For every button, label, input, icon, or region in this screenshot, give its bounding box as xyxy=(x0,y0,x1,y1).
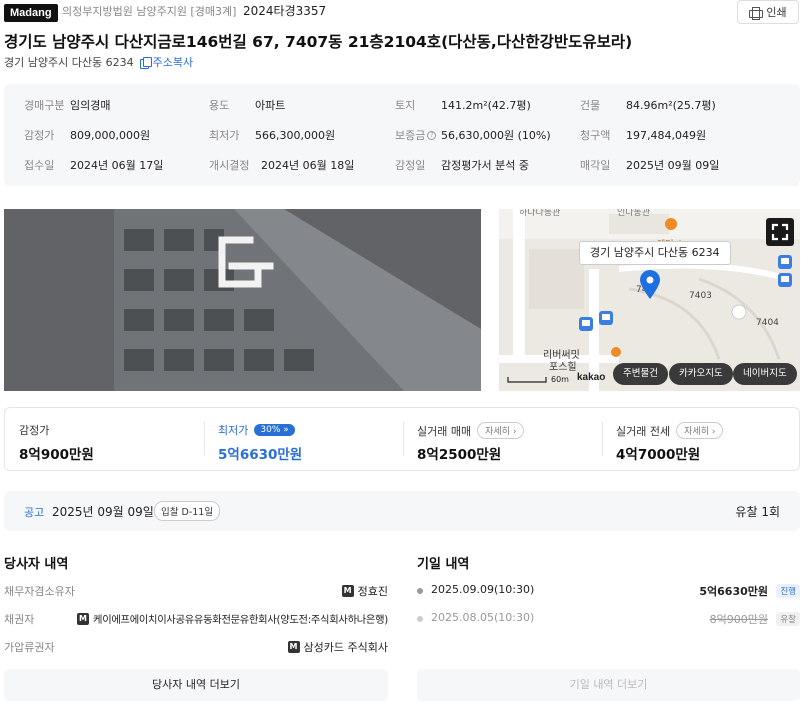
notice-bar: 공고 2025년 09월 09일 입찰 D-11일 유찰 1회 xyxy=(4,491,800,531)
poi-icon xyxy=(665,218,677,230)
map-address-popup: 경기 남양주시 다산동 6234 xyxy=(579,241,731,265)
brand-logo[interactable]: Madang xyxy=(4,4,58,22)
chevron-down-icon: » xyxy=(283,425,289,435)
m-badge-icon: M xyxy=(77,612,90,625)
map-expand-button[interactable] xyxy=(766,218,794,246)
kakao-map-button[interactable]: 카카오지도 xyxy=(669,363,733,385)
fail-count: 유찰 1회 xyxy=(735,505,780,519)
nearby-items-button[interactable]: 주변물건 xyxy=(613,363,668,385)
watermark-logo-icon xyxy=(218,236,274,288)
info-land: 토지 141.2m²(42.7평) xyxy=(395,99,531,112)
auction-info-panel: 경매구분 임의경매 용도 아파트 토지 141.2m²(42.7평) 건물 84.96m… xyxy=(4,84,800,186)
chevron-right-icon: › xyxy=(711,427,716,437)
property-address-title: 경기도 남양주시 다산지금로146번길 67, 7407동 21층2104호(다… xyxy=(4,33,633,51)
help-icon[interactable]: ? xyxy=(427,130,437,140)
bus-stop-icon xyxy=(778,255,792,269)
property-photo[interactable] xyxy=(4,209,481,391)
svg-text:인다동관: 인다동관 xyxy=(617,209,650,218)
status-badge: 진행 xyxy=(776,584,800,598)
printer-icon xyxy=(749,6,764,20)
map-label-forest: 포스힐 xyxy=(549,362,577,373)
scale-bar-icon xyxy=(507,377,547,383)
history-title: 기일 내역 xyxy=(417,557,470,572)
copy-address-label: 주소복사 xyxy=(152,56,194,69)
info-received: 접수일 2024년 06월 17일 xyxy=(24,159,164,172)
real-sale-detail-button[interactable]: 자세히 › xyxy=(477,422,525,439)
info-commence: 개시결정 2024년 06월 18일 xyxy=(209,159,355,172)
price-appraised: 감정가 8억900만원 xyxy=(19,424,94,463)
dday-badge: 입찰 D-11일 xyxy=(154,501,221,521)
map-label-7403: 7403 xyxy=(689,291,712,301)
expand-icon xyxy=(771,223,789,241)
info-auction-type: 경매구분 임의경매 xyxy=(24,99,111,112)
svg-text:하다다동관: 하다다동관 xyxy=(519,209,560,218)
info-deposit: 보증금? 56,630,000원 (10%) xyxy=(395,129,551,142)
price-minimum: 최저가 30% » 5억6630만원 xyxy=(218,424,303,463)
chevron-right-icon: › xyxy=(512,427,517,437)
case-number: 2024타경3357 xyxy=(243,4,327,18)
price-real-jeonse: 실거래 전세 자세히 › 4억7000만원 xyxy=(602,408,799,470)
bus-stop-icon xyxy=(599,311,613,325)
parties-more-button[interactable]: 당사자 내역 더보기 xyxy=(4,669,388,701)
m-badge-icon: M xyxy=(341,585,354,597)
price-summary: 감정가 8억900만원 최저가 30% » 5억6630만원 실거래 매매 자세… xyxy=(4,407,800,471)
status-dot xyxy=(417,616,423,622)
info-sale-date: 매각일 2025년 09월 09일 xyxy=(580,159,720,172)
m-badge-icon: M xyxy=(287,641,300,653)
jibun-address: 경기 남양주시 다산동 6234 xyxy=(4,56,134,69)
history-row: 2025.09.09(10:30) 5억6630만원 진행 xyxy=(417,583,800,599)
discount-badge[interactable]: 30% » xyxy=(254,424,295,436)
bus-stop-icon xyxy=(579,317,593,331)
history-row: 2025.08.05(10:30) 8억900만원 유찰 xyxy=(417,611,800,627)
copy-address-button[interactable]: 주소복사 xyxy=(139,54,194,70)
court-name: 의정부지방법원 남양주지원 [경매3계] xyxy=(62,5,237,18)
naver-map-button[interactable]: 네이버지도 xyxy=(733,363,797,385)
top-bar: Madang 의정부지방법원 남양주지원 [경매3계] 2024타경3357 인… xyxy=(0,0,801,26)
kakao-brand: kakao xyxy=(577,372,606,383)
parties-title: 당사자 내역 xyxy=(4,557,69,572)
print-label: 인쇄 xyxy=(766,6,787,19)
poi-icon xyxy=(611,347,621,357)
map-pin-icon xyxy=(640,270,660,299)
status-badge: 유찰 xyxy=(776,612,800,626)
copy-icon xyxy=(139,57,152,69)
location-map[interactable]: 하다다동관 인다동관 엔터 4 경기 남양주시 다산동 6234 74 7403… xyxy=(499,209,800,391)
print-button[interactable]: 인쇄 xyxy=(737,0,799,24)
notice-date: 2025년 09월 09일 xyxy=(52,505,154,519)
info-appraisal-date: 감정일 감정평가서 분석 중 xyxy=(395,159,529,172)
info-claim: 청구액 197,484,049원 xyxy=(580,129,707,142)
real-jeonse-detail-button[interactable]: 자세히 › xyxy=(676,422,724,439)
price-real-sale: 실거래 매매 자세히 › 8억2500만원 xyxy=(403,408,602,470)
bus-stop-icon xyxy=(778,273,792,287)
info-usage: 용도 아파트 xyxy=(209,99,286,112)
status-dot xyxy=(417,588,423,594)
history-more-button[interactable]: 기일 내역 더보기 xyxy=(417,669,800,701)
info-appraised: 감정가 809,000,000원 xyxy=(24,129,151,142)
info-building: 건물 84.96m²(25.7평) xyxy=(580,99,716,112)
notice-label[interactable]: 공고 xyxy=(24,504,44,520)
map-label-7404: 7404 xyxy=(756,318,779,328)
map-scale: 60m xyxy=(551,375,569,384)
sub-address-row: 경기 남양주시 다산동 6234 주소복사 xyxy=(4,54,193,70)
info-minimum: 최저가 566,300,000원 xyxy=(209,129,336,142)
